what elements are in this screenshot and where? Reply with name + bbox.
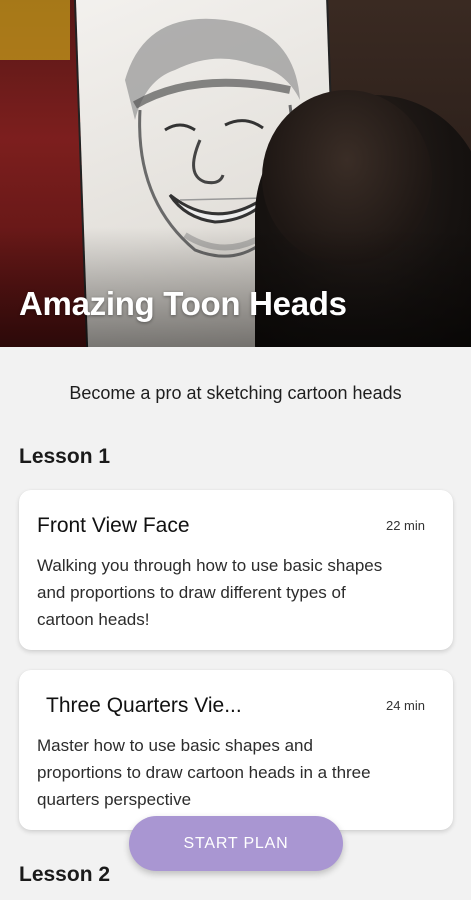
hero-background-detail <box>0 0 70 60</box>
plan-subtitle: Become a pro at sketching cartoon heads <box>69 383 402 403</box>
lesson-card[interactable]: Three Quarters Vie... 24 min Master how … <box>19 670 453 830</box>
hero-banner: Amazing Toon Heads <box>0 0 471 347</box>
lesson-card-description: Walking you through how to use basic sha… <box>37 556 383 629</box>
lesson-heading: Lesson 2 <box>19 863 111 886</box>
lesson-card-title: Three Quarters Vie... <box>46 694 242 717</box>
lesson-heading: Lesson 1 <box>19 445 111 468</box>
lesson-card-description: Master how to use basic shapes and propo… <box>37 736 371 809</box>
page-title: Amazing Toon Heads <box>19 285 347 322</box>
start-plan-button[interactable]: START PLAN <box>129 816 343 871</box>
lesson-card[interactable]: Front View Face 22 min Walking you throu… <box>19 490 453 650</box>
lesson-card-duration: 22 min <box>385 518 425 533</box>
lesson-card-title: Front View Face <box>37 514 190 537</box>
lesson-card-duration: 24 min <box>385 698 425 713</box>
